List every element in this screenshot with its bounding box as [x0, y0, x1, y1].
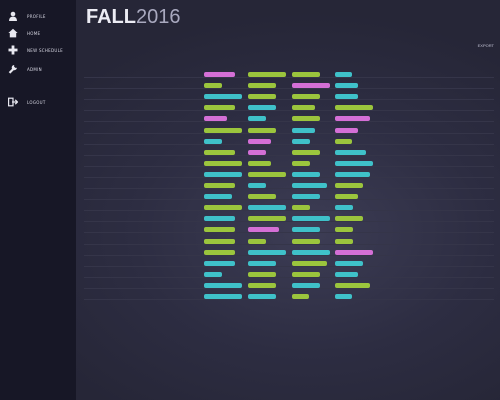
sidebar-item-label: ADMIN — [27, 66, 42, 72]
page-title-year: 2016 — [136, 6, 181, 28]
row-divider — [84, 287, 494, 289]
home-icon — [7, 27, 19, 39]
logout-icon — [7, 96, 19, 108]
row-divider — [84, 243, 494, 245]
table-header — [76, 52, 500, 58]
row-divider — [84, 188, 494, 189]
sidebar-item-new-schedule[interactable]: NEW SCHEDULE — [7, 44, 63, 56]
table-row[interactable] — [76, 225, 500, 234]
sidebar-item-admin[interactable]: ADMIN — [7, 63, 42, 75]
row-divider — [84, 121, 494, 123]
page-title: FALL2016 — [86, 6, 181, 29]
row-divider — [84, 176, 494, 178]
table-row[interactable] — [76, 281, 500, 289]
row-divider — [84, 265, 494, 267]
row-divider — [84, 99, 494, 101]
row-divider — [84, 165, 494, 167]
table-row[interactable] — [76, 259, 500, 267]
table-row[interactable] — [76, 237, 500, 245]
table-row[interactable] — [76, 148, 500, 156]
row-divider — [84, 221, 494, 223]
sidebar-item-home[interactable]: HOME — [7, 27, 40, 39]
table-row[interactable] — [76, 81, 500, 90]
table-row[interactable] — [76, 181, 500, 189]
row-divider — [84, 88, 494, 90]
row-divider — [84, 110, 494, 112]
row-divider — [84, 210, 494, 212]
table-row[interactable] — [76, 203, 500, 212]
user-icon — [7, 10, 19, 22]
row-divider — [84, 154, 494, 156]
row-divider — [84, 77, 494, 78]
sidebar-item-label: PROFILE — [27, 13, 46, 19]
sidebar: PROFILE HOME NEW SCHEDULE ADMIN LOGOUT — [0, 0, 76, 400]
row-divider — [84, 132, 494, 134]
row-divider — [84, 276, 494, 278]
table-row[interactable] — [76, 192, 500, 201]
row-divider — [84, 199, 494, 201]
sidebar-item-profile[interactable]: PROFILE — [7, 10, 46, 22]
sidebar-item-label: HOME — [27, 30, 41, 36]
wrench-icon — [7, 63, 19, 75]
table-row[interactable] — [76, 103, 500, 112]
table-row[interactable] — [76, 214, 500, 223]
row-divider — [84, 299, 494, 300]
row-divider — [84, 254, 494, 256]
table-row[interactable] — [76, 137, 500, 145]
row-divider — [84, 143, 494, 145]
table-row[interactable] — [76, 248, 500, 256]
sidebar-item-label: NEW SCHEDULE — [27, 47, 63, 53]
sidebar-item-label: LOGOUT — [27, 99, 46, 105]
plus-icon — [7, 44, 19, 56]
table-row[interactable] — [76, 70, 500, 78]
table-row[interactable] — [76, 292, 500, 300]
top-right-link[interactable]: EXPORT — [478, 43, 494, 48]
page-title-season: FALL — [86, 6, 136, 28]
table-row[interactable] — [76, 170, 500, 178]
row-divider — [84, 232, 494, 234]
table-row[interactable] — [76, 159, 500, 167]
table-row[interactable] — [76, 126, 500, 134]
table-row[interactable] — [76, 92, 500, 101]
main-content: FALL2016 EXPORT — [76, 0, 500, 400]
table-row[interactable] — [76, 270, 500, 278]
logout-button[interactable]: LOGOUT — [7, 96, 46, 108]
table-row[interactable] — [76, 114, 500, 123]
